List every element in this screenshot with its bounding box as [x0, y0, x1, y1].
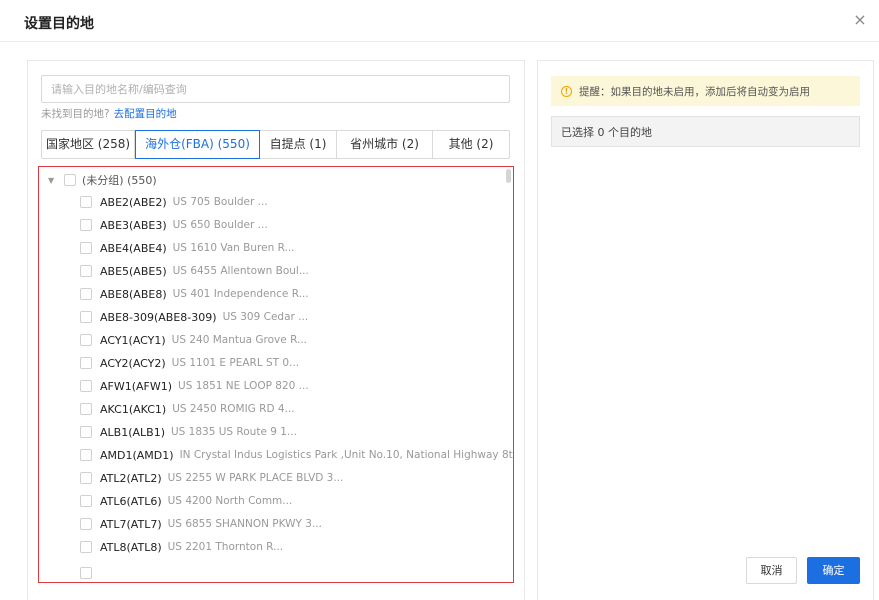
item-code: ABE4(ABE4)	[100, 241, 167, 255]
list-item-partial[interactable]	[80, 565, 92, 581]
item-address: US 705 Boulder ...	[172, 196, 268, 208]
list-item[interactable]: AKC1(AKC1) US 2450 ROMIG RD 4...	[80, 401, 295, 417]
search-input[interactable]	[42, 76, 509, 102]
item-checkbox[interactable]	[80, 541, 92, 553]
notice-text: 提醒：如果目的地未启用，添加后将自动变为启用	[579, 85, 810, 98]
item-address: US 1610 Van Buren R...	[172, 242, 295, 254]
list-item[interactable]: ABE8(ABE8) US 401 Independence R...	[80, 286, 309, 302]
item-checkbox[interactable]	[80, 288, 92, 300]
list-item[interactable]: ATL8(ATL8) US 2201 Thornton R...	[80, 539, 283, 555]
item-checkbox[interactable]	[80, 242, 92, 254]
item-checkbox[interactable]	[80, 380, 92, 392]
item-address: US 240 Mantua Grove R...	[171, 334, 308, 346]
item-code: ABE2(ABE2)	[100, 195, 167, 209]
item-checkbox[interactable]	[80, 403, 92, 415]
item-code: ACY2(ACY2)	[100, 356, 166, 370]
configure-destination-link[interactable]: 去配置目的地	[114, 108, 177, 120]
dialog-title: 设置目的地	[24, 16, 94, 32]
list-item[interactable]: ACY2(ACY2) US 1101 E PEARL ST 0...	[80, 355, 299, 371]
item-code: ABE8(ABE8)	[100, 287, 167, 301]
item-address: US 6855 SHANNON PKWY 3...	[167, 518, 322, 530]
list-item[interactable]: ATL6(ATL6) US 4200 North Comm...	[80, 493, 292, 509]
item-code: ABE3(ABE3)	[100, 218, 167, 232]
item-address: US 1835 US Route 9 1...	[170, 426, 297, 438]
item-checkbox[interactable]	[80, 518, 92, 530]
item-code: ABE5(ABE5)	[100, 264, 167, 278]
list-item[interactable]: ATL2(ATL2) US 2255 W PARK PLACE BLVD 3..…	[80, 470, 343, 486]
list-item[interactable]: AMD1(AMD1) IN Crystal Indus Logistics Pa…	[80, 447, 514, 463]
list-item[interactable]: ABE2(ABE2) US 705 Boulder ...	[80, 194, 268, 210]
item-checkbox[interactable]	[80, 334, 92, 346]
cancel-button[interactable]: 取消	[746, 557, 797, 584]
item-code: ATL6(ATL6)	[100, 494, 162, 508]
item-address: US 4200 North Comm...	[167, 495, 293, 507]
tab-country-region[interactable]: 国家地区 (258)	[42, 131, 135, 158]
item-code: AMD1(AMD1)	[100, 448, 174, 462]
item-address: US 6455 Allentown Boul...	[172, 265, 309, 277]
list-scrollbar[interactable]	[506, 169, 511, 183]
item-code: ALB1(ALB1)	[100, 425, 165, 439]
item-code: AKC1(AKC1)	[100, 402, 167, 416]
list-item[interactable]: ABE5(ABE5) US 6455 Allentown Boul...	[80, 263, 309, 279]
item-checkbox[interactable]	[80, 567, 92, 579]
item-code: ATL8(ATL8)	[100, 540, 162, 554]
caret-down-icon[interactable]: ▼	[48, 176, 58, 185]
warning-icon: !	[561, 85, 572, 97]
item-code: AFW1(AFW1)	[100, 379, 173, 393]
item-checkbox[interactable]	[80, 357, 92, 369]
list-item[interactable]: ATL7(ATL7) US 6855 SHANNON PKWY 3...	[80, 516, 322, 532]
item-checkbox[interactable]	[80, 265, 92, 277]
item-address: IN Crystal Indus Logistics Park ,Unit No…	[179, 449, 514, 461]
not-found-hint: 未找到目的地? 去配置目的地	[41, 106, 177, 121]
item-code: ATL2(ATL2)	[100, 471, 162, 485]
item-address: US 1101 E PEARL ST 0...	[171, 357, 300, 369]
list-item[interactable]: ALB1(ALB1) US 1835 US Route 9 1...	[80, 424, 297, 440]
dialog-header: 设置目的地 ×	[0, 0, 879, 42]
not-found-text: 未找到目的地?	[41, 108, 110, 120]
item-checkbox[interactable]	[80, 196, 92, 208]
item-code: ABE8-309(ABE8-309)	[100, 310, 217, 324]
item-code: ACY1(ACY1)	[100, 333, 166, 347]
confirm-button[interactable]: 确定	[807, 557, 860, 584]
item-address: US 1851 NE LOOP 820 ...	[178, 380, 309, 392]
item-checkbox[interactable]	[80, 495, 92, 507]
group-checkbox[interactable]	[64, 174, 76, 186]
item-address: US 309 Cedar ...	[222, 311, 309, 323]
item-address: US 650 Boulder ...	[172, 219, 268, 231]
item-address: US 2450 ROMIG RD 4...	[172, 403, 295, 415]
item-checkbox[interactable]	[80, 472, 92, 484]
destination-list[interactable]: ▼ (未分组) (550) ABE2(ABE2) US 705 Boulder …	[38, 166, 514, 583]
tab-other[interactable]: 其他 (2)	[433, 131, 509, 158]
notice-banner: ! 提醒：如果目的地未启用，添加后将自动变为启用	[551, 76, 860, 106]
search-box[interactable]	[41, 75, 510, 103]
group-label: (未分组) (550)	[82, 174, 157, 187]
close-icon[interactable]: ×	[851, 11, 869, 29]
destination-picker-panel: 未找到目的地? 去配置目的地 国家地区 (258) 海外仓(FBA) (550) …	[27, 60, 525, 600]
list-item[interactable]: AFW1(AFW1) US 1851 NE LOOP 820 ...	[80, 378, 309, 394]
selected-count-text: 已选择 0 个目的地	[561, 125, 652, 139]
item-address: US 401 Independence R...	[172, 288, 309, 300]
item-checkbox[interactable]	[80, 311, 92, 323]
selection-panel: ! 提醒：如果目的地未启用，添加后将自动变为启用 已选择 0 个目的地 取消 确…	[537, 60, 874, 600]
item-address: US 2201 Thornton R...	[167, 541, 284, 553]
item-code: ATL7(ATL7)	[100, 517, 162, 531]
item-checkbox[interactable]	[80, 449, 92, 461]
group-ungrouped[interactable]: ▼ (未分组) (550)	[48, 172, 157, 188]
tab-overseas-warehouse-fba[interactable]: 海外仓(FBA) (550)	[135, 130, 260, 159]
selected-summary: 已选择 0 个目的地	[551, 116, 860, 147]
tab-pickup-point[interactable]: 自提点 (1)	[260, 131, 337, 158]
list-item[interactable]: ABE3(ABE3) US 650 Boulder ...	[80, 217, 268, 233]
tab-province-city[interactable]: 省州城市 (2)	[337, 131, 433, 158]
list-item[interactable]: ABE8-309(ABE8-309) US 309 Cedar ...	[80, 309, 308, 325]
list-item[interactable]: ACY1(ACY1) US 240 Mantua Grove R...	[80, 332, 307, 348]
item-checkbox[interactable]	[80, 219, 92, 231]
item-checkbox[interactable]	[80, 426, 92, 438]
item-address: US 2255 W PARK PLACE BLVD 3...	[167, 472, 344, 484]
list-item[interactable]: ABE4(ABE4) US 1610 Van Buren R...	[80, 240, 295, 256]
category-tabs: 国家地区 (258) 海外仓(FBA) (550) 自提点 (1) 省州城市 (…	[41, 130, 510, 159]
